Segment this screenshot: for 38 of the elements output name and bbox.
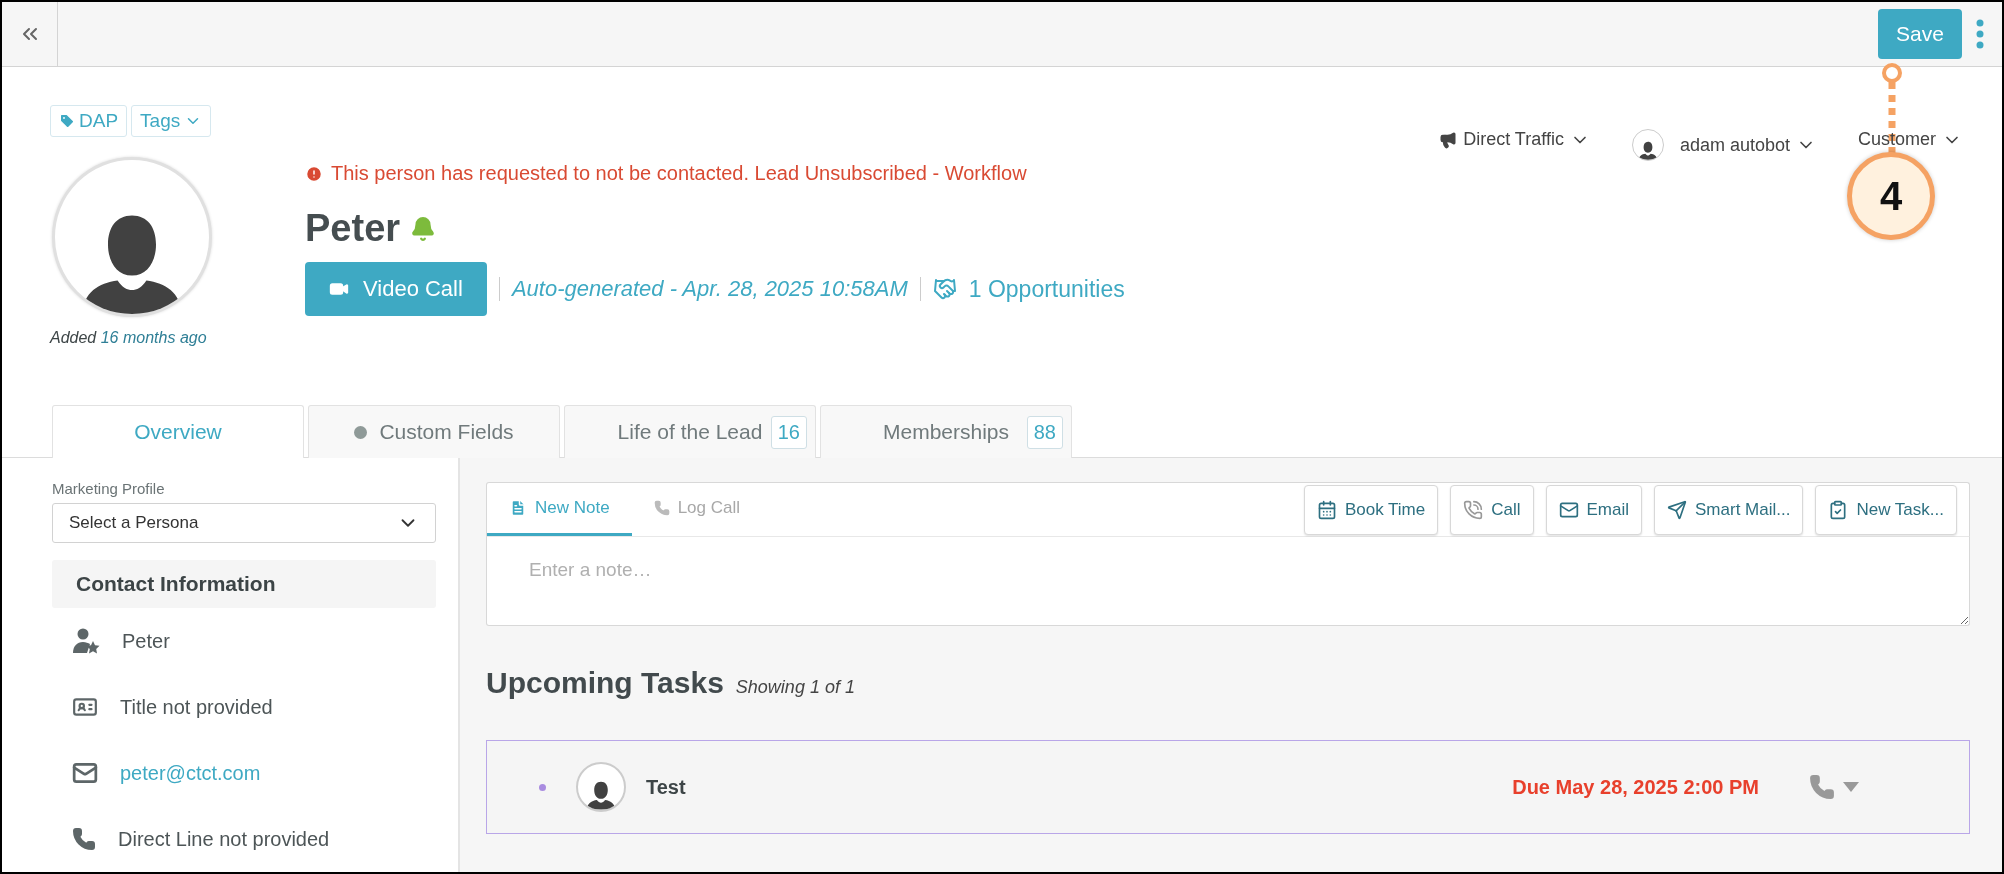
field-label: Marketing Profile — [52, 480, 166, 497]
action-button[interactable]: Email — [1545, 484, 1643, 535]
profile-tab[interactable]: Memberships 88 — [820, 405, 1072, 458]
step-number-badge: 4 — [1847, 152, 1935, 240]
section-title: Upcoming Tasks — [486, 666, 724, 700]
contact-detail: Title not provided — [120, 695, 273, 719]
count-badge: 16 — [770, 415, 807, 449]
tags-dropdown[interactable]: Tags — [131, 105, 212, 137]
do-not-contact-warning: This person has requested to not be contacted. Lead Unsubscribed - Workflow — [331, 162, 1027, 185]
count-badge: 88 — [1026, 415, 1063, 449]
task-name: Test — [646, 775, 687, 799]
profile-tab[interactable]: Life of the Lead 16 — [564, 405, 816, 458]
contact-name: Peter — [305, 207, 401, 250]
contact-detail: Direct Line not provided — [118, 827, 330, 851]
persona-select[interactable]: Select a Persona — [52, 503, 436, 543]
video-call-button[interactable]: Video Call — [305, 262, 487, 316]
stage-dropdown[interactable]: Customer — [1857, 129, 1962, 150]
owner-dropdown[interactable]: adam autobot — [1631, 129, 1816, 161]
composer-tab[interactable]: Log Call — [631, 483, 762, 536]
action-button[interactable]: Book Time — [1303, 484, 1439, 535]
showing-count: Showing 1 of 1 — [735, 677, 855, 698]
due-date: Due May 28, 2025 2:00 PM — [1512, 775, 1759, 799]
action-button[interactable]: Call — [1450, 484, 1534, 535]
email-link[interactable]: peter@ctct.com — [120, 761, 261, 785]
action-button[interactable]: Smart Mail... — [1654, 484, 1804, 535]
contact-detail: Peter — [122, 629, 170, 653]
note-input[interactable]: Enter a note… — [486, 537, 1970, 626]
section-header: Contact Information — [52, 560, 436, 608]
tag-chip[interactable]: DAP — [50, 105, 128, 137]
action-button[interactable]: New Task... — [1815, 484, 1957, 535]
save-button[interactable]: Save — [1878, 9, 1962, 59]
opportunities-link[interactable]: 1 Opportunities — [968, 275, 1125, 303]
auto-generated-link[interactable]: Auto-generated - Apr. 28, 2025 10:58AM — [511, 276, 908, 302]
added-date: Added 16 months ago — [50, 329, 208, 347]
profile-tab[interactable]: Overview — [52, 405, 304, 458]
profile-tab[interactable]: Custom Fields — [308, 405, 560, 458]
source-dropdown[interactable]: Direct Traffic — [1439, 129, 1590, 150]
task-row[interactable]: Test Due May 28, 2025 2:00 PM — [486, 740, 1970, 834]
